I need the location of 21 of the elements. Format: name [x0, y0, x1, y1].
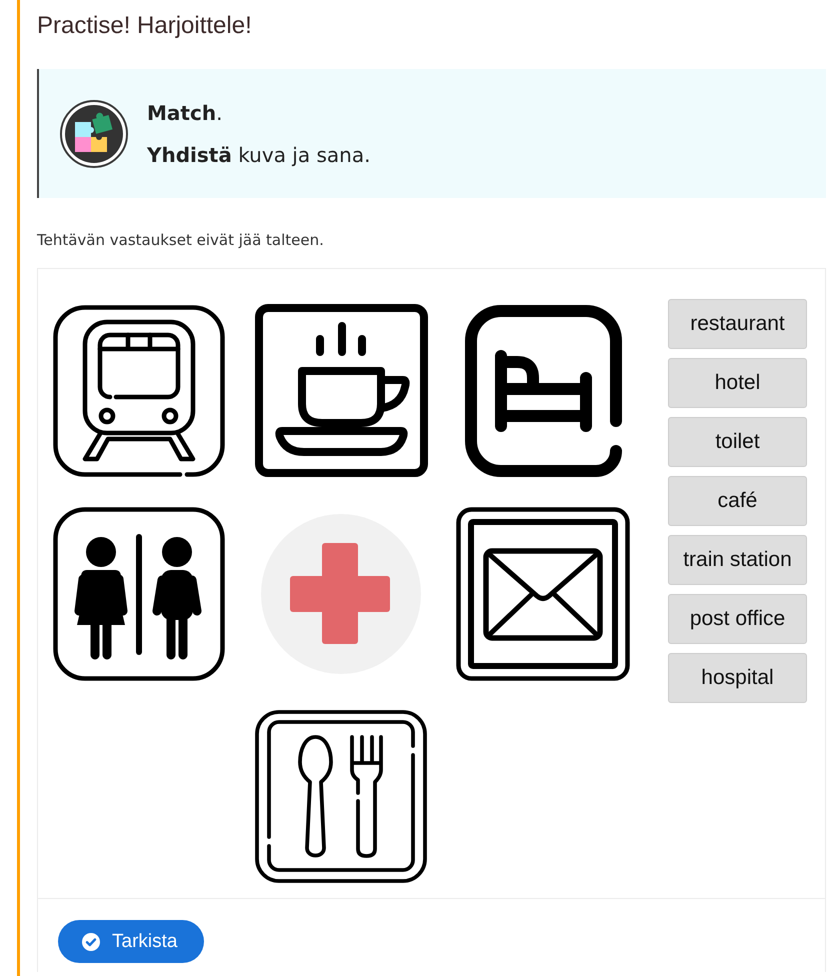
word-button[interactable]: restaurant	[668, 299, 807, 349]
envelope-icon	[456, 506, 630, 680]
save-notice-text: Tehtävän vastaukset eivät jää talteen.	[37, 230, 325, 251]
instruction-text: Match.	[147, 100, 224, 126]
exercise-title: Practise! Harjoittele!	[37, 11, 253, 41]
instruction-text: Yhdistä kuva ja sana.	[147, 142, 370, 168]
medical-cross-icon	[261, 514, 421, 674]
puzzle-icon	[60, 100, 128, 168]
word-button[interactable]: hospital	[668, 653, 807, 703]
coffee-cup-icon	[254, 304, 428, 477]
word-button[interactable]: hotel	[668, 358, 807, 408]
word-button[interactable]: train station	[668, 535, 807, 585]
word-button[interactable]: café	[668, 476, 807, 526]
toilet-sign-icon	[53, 506, 225, 680]
check-circle-icon	[82, 932, 100, 950]
word-button[interactable]: toilet	[668, 417, 807, 467]
check-button[interactable]: Tarkista	[58, 920, 204, 963]
cutlery-icon	[255, 710, 427, 883]
bed-icon	[464, 304, 622, 476]
train-icon	[53, 304, 225, 476]
word-button[interactable]: post office	[668, 594, 807, 644]
